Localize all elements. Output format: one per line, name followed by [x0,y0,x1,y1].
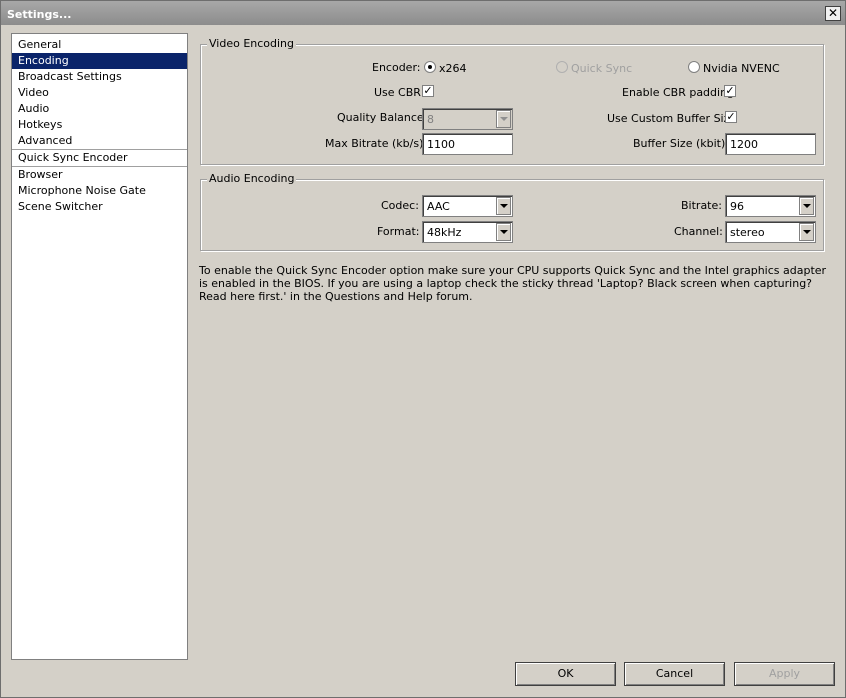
encoder-label: Encoder: [372,61,421,74]
bitrate-select[interactable]: 96 [725,195,816,217]
use-custom-buffer-label: Use Custom Buffer Size [607,112,737,125]
encoder-quick-sync-label: Quick Sync [571,62,633,75]
sidebar-item-scene-switcher[interactable]: Scene Switcher [12,199,187,215]
encoder-nvenc-radio[interactable] [688,61,700,73]
format-value: 48kHz [427,226,462,239]
chevron-down-icon[interactable] [799,223,814,241]
sidebar-item-quick-sync-encoder[interactable]: Quick Sync Encoder [12,150,187,166]
quality-balance-select: 8 [422,108,513,130]
channel-value: stereo [730,226,765,239]
close-icon[interactable]: ✕ [825,6,841,21]
video-encoding-title: Video Encoding [207,37,297,50]
codec-select[interactable]: AAC [422,195,513,217]
buffer-size-input[interactable]: 1200 [725,133,816,155]
encoder-nvenc-label[interactable]: Nvidia NVENC [703,62,780,75]
sidebar-item-hotkeys[interactable]: Hotkeys [12,117,187,133]
quick-sync-info-text: To enable the Quick Sync Encoder option … [199,264,827,303]
channel-label: Channel: [674,225,723,238]
sidebar-item-microphone-noise-gate[interactable]: Microphone Noise Gate [12,183,187,199]
chevron-down-icon[interactable] [496,223,511,241]
cancel-button[interactable]: Cancel [624,662,725,686]
use-cbr-checkbox[interactable]: ✓ [422,85,434,97]
format-label: Format: [377,225,420,238]
max-bitrate-input[interactable]: 1100 [422,133,513,155]
chevron-down-icon[interactable] [496,197,511,215]
window-title: Settings... [7,8,72,21]
sidebar-item-general[interactable]: General [12,37,187,53]
use-custom-buffer-checkbox[interactable]: ✓ [725,111,737,123]
audio-encoding-title: Audio Encoding [207,172,297,185]
codec-label: Codec: [381,199,419,212]
channel-select[interactable]: stereo [725,221,816,243]
encoder-quick-sync-radio [556,61,568,73]
sidebar-item-advanced[interactable]: Advanced [12,133,187,149]
title-bar: Settings... [1,1,845,25]
quality-balance-label: Quality Balance: [337,111,428,124]
settings-window: Settings... ✕ General Encoding Broadcast… [0,0,846,698]
buffer-size-label: Buffer Size (kbit): [633,137,729,150]
apply-button: Apply [734,662,835,686]
format-select[interactable]: 48kHz [422,221,513,243]
enable-cbr-padding-checkbox[interactable]: ✓ [724,85,736,97]
enable-cbr-padding-label: Enable CBR padding [622,86,735,99]
sidebar-item-video[interactable]: Video [12,85,187,101]
sidebar-item-encoding[interactable]: Encoding [12,53,187,69]
encoder-x264-label[interactable]: x264 [439,62,467,75]
bitrate-label: Bitrate: [681,199,722,212]
chevron-down-icon [496,110,511,128]
bitrate-value: 96 [730,200,744,213]
max-bitrate-label: Max Bitrate (kb/s): [325,137,428,150]
sidebar-item-browser[interactable]: Browser [12,167,187,183]
chevron-down-icon[interactable] [799,197,814,215]
encoder-x264-radio[interactable] [424,61,436,73]
ok-button[interactable]: OK [515,662,616,686]
sidebar-item-audio[interactable]: Audio [12,101,187,117]
quality-balance-value: 8 [427,113,434,126]
use-cbr-label: Use CBR [374,86,421,99]
codec-value: AAC [427,200,450,213]
settings-category-list: General Encoding Broadcast Settings Vide… [11,33,188,660]
sidebar-item-broadcast-settings[interactable]: Broadcast Settings [12,69,187,85]
